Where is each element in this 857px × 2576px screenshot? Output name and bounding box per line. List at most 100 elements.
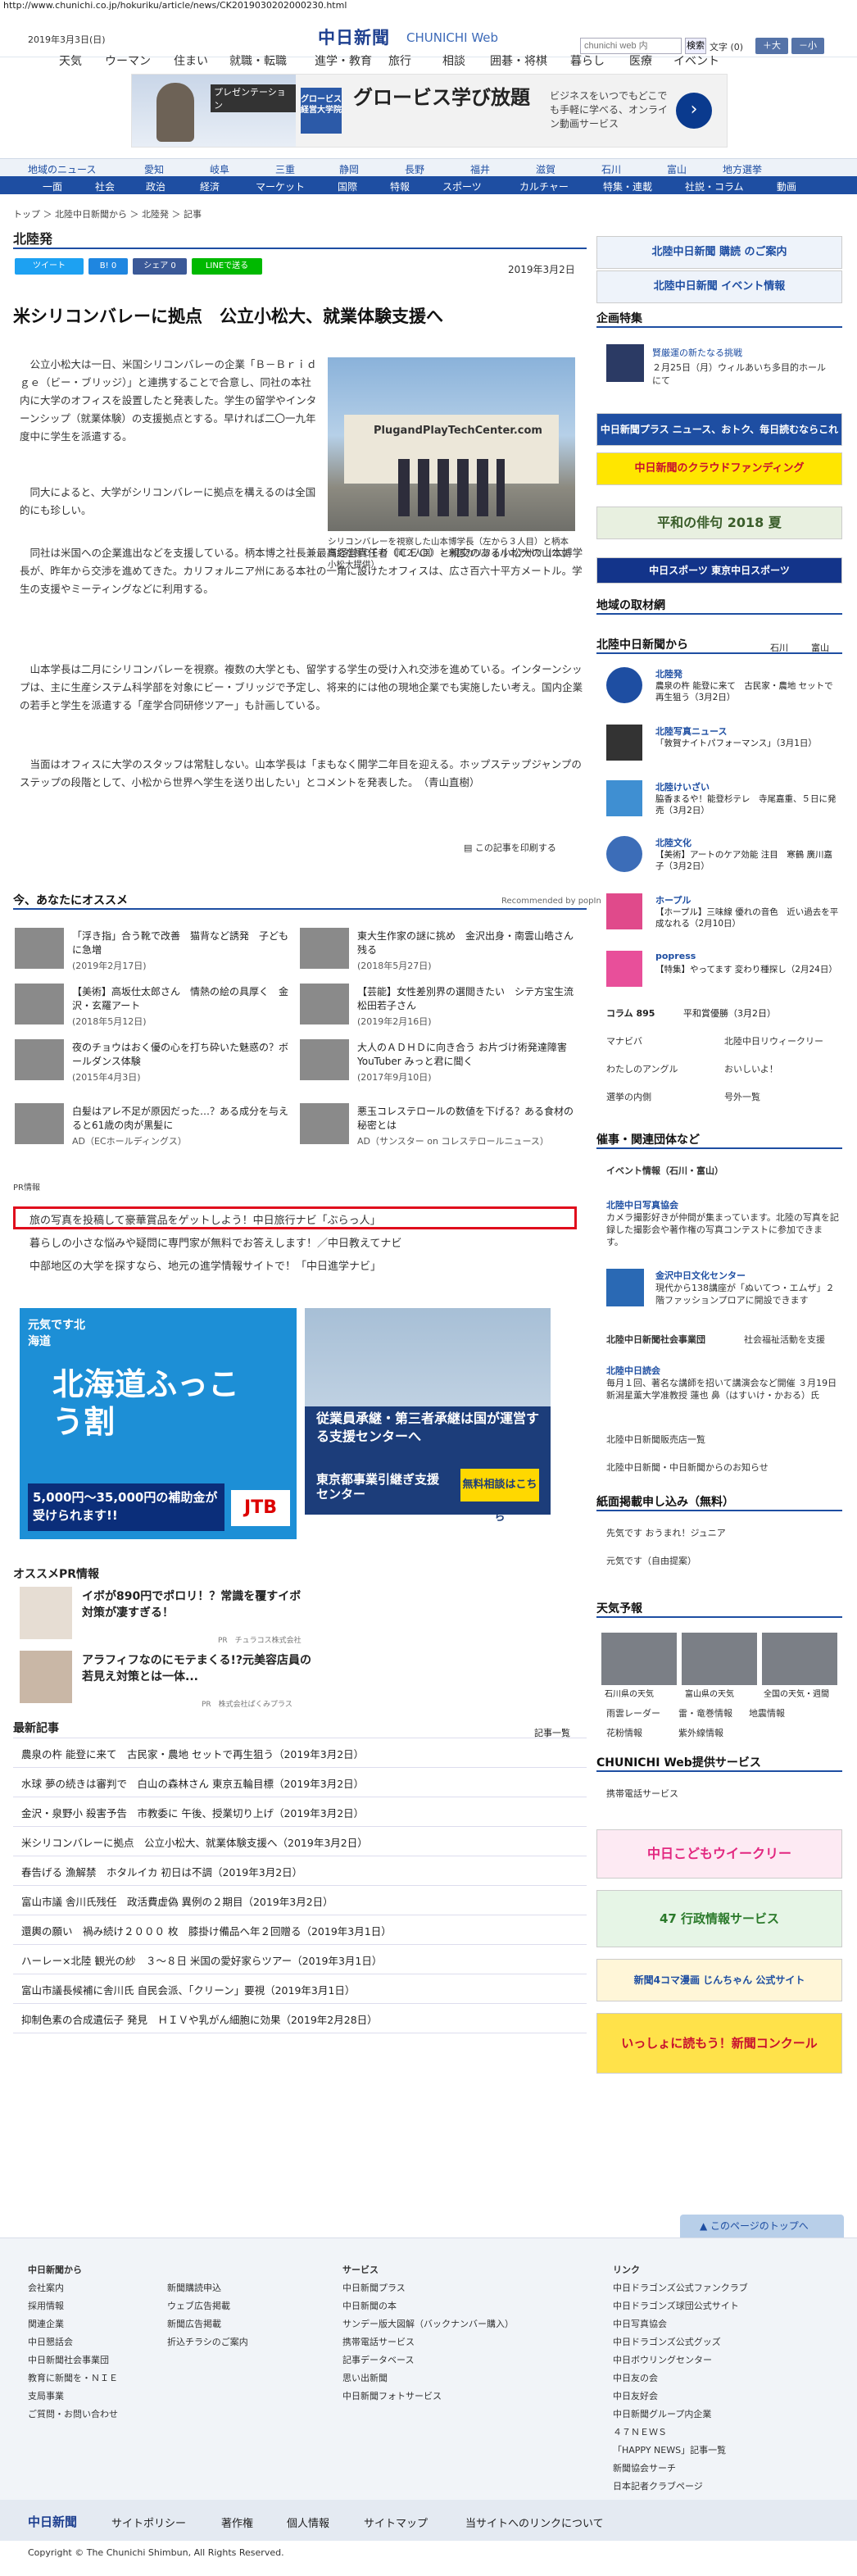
weather-link[interactable]: 紫外線情報 <box>678 1726 723 1739</box>
from-item-title[interactable]: 北陸発 <box>655 667 682 680</box>
side-link[interactable]: おいしいよ！ <box>724 1062 778 1075</box>
category-item[interactable]: 国際 <box>338 179 357 193</box>
news-item[interactable]: ハーレー×北陸 観光の紗 ３〜８日 米国の愛好家らツアー（2019年3月1日） <box>21 1952 382 1968</box>
back-to-top-button[interactable]: ▲ このページのトップへ <box>680 2215 844 2238</box>
subscribe-banner[interactable]: 北陸中日新聞 購読 のご案内 <box>596 236 842 269</box>
line-share-button[interactable]: LINEで送る <box>192 258 262 275</box>
category-item[interactable]: 経済 <box>200 179 220 193</box>
recommend-item[interactable]: 大人のＡＤＨＤに向き合う お片づけ術発達障害YouTuber みっと君に聞く (2… <box>300 1039 577 1085</box>
from-item-title[interactable]: 北陸写真ニュース <box>655 725 727 738</box>
top-ad-banner[interactable]: プレゼンテーション グロービス経営大学院 グロービス学び放題 ビジネスをいつでも… <box>131 74 728 148</box>
recommend-item[interactable]: 【芸能】女性差別界の選閲きたい シテ方宝生流 松田若子さん (2019年2月16日… <box>300 984 577 1029</box>
news-item[interactable]: 還輿の願い 禍み続け２０００ 枚 膝掛け備品へ年２回贈る（2019年3月1日） <box>21 1923 392 1938</box>
column-sub[interactable]: 平和賞優勝（3月2日） <box>683 1006 776 1020</box>
news-item[interactable]: 米シリコンバレーに拠点 公立小松大、就業体験支援へ（2019年3月2日） <box>21 1834 368 1850</box>
category-item[interactable]: 特報 <box>390 179 410 193</box>
recommend-item[interactable]: 東大生作家の謎に挑め 金沢出身・南雲山皓さん残る (2018年5月27日) <box>300 928 577 974</box>
region-item[interactable]: 地方選挙 <box>723 162 762 176</box>
nav-item[interactable]: イベント <box>673 52 719 69</box>
tweet-button[interactable]: ツイート <box>15 258 84 275</box>
business-succession-ad[interactable]: 従業員承継・第三者承継は国が運営する支援センターへ 東京都事業引継ぎ支援センター… <box>305 1308 551 1524</box>
category-item[interactable]: 特集・連載 <box>603 179 652 193</box>
news-item[interactable]: 水球 夢の続きは審判で 白山の森林さん 東京五輪目標（2019年3月2日） <box>21 1775 364 1791</box>
nav-item[interactable]: 医療 <box>629 52 652 69</box>
column-title[interactable]: コラム 895 <box>606 1006 655 1020</box>
recommend-item[interactable]: 悪玉コレステロールの数値を下げる？ある食材の秘密とは AD（サンスター on コレ… <box>300 1103 577 1149</box>
recommend-item[interactable]: 「浮き指」合う靴で改善 猫背など誘発 子どもに急増 (2019年2月17日) <box>15 928 292 974</box>
news-item[interactable]: 富山市議長候補に舎川氏 自民会派、「クリーン」要視（2019年3月1日） <box>21 1982 355 1997</box>
region-item[interactable]: 三重 <box>275 162 295 176</box>
pr-link[interactable]: 旅の写真を投稿して豪華賞品をゲットしよう！中日旅行ナビ「ぶらっ人」 <box>29 1211 381 1227</box>
side-link[interactable]: 選挙の内側 <box>606 1090 651 1103</box>
site-logo-sub[interactable]: CHUNICHI Web <box>406 30 498 45</box>
related-item[interactable]: 北陸中日新聞社会事業団 <box>606 1333 705 1346</box>
hokkaido-ad[interactable]: 元気です北海道 北海道ふっこう割 5,000円〜35,000円の補助金が受けられ… <box>20 1308 297 1539</box>
news-item[interactable]: 抑制色素の合成遺伝子 発見 ＨＩＶや乳がん細胞に効果（2019年2月28日） <box>21 2011 378 2027</box>
article-photo[interactable]: PlugandPlayTechCenter.com <box>328 357 575 531</box>
chunichi-sports-banner[interactable]: 中日スポーツ 東京中日スポーツ <box>596 557 842 584</box>
weather-link[interactable]: 雨雲レーダー <box>606 1706 660 1720</box>
weather-link[interactable]: 雷・竜巻情報 <box>678 1706 732 1720</box>
category-item[interactable]: カルチャー <box>519 179 569 193</box>
local-network-title[interactable]: 地域の取材網 <box>596 597 842 615</box>
footer-link[interactable]: サイトマップ <box>364 2515 428 2530</box>
recommend-item[interactable]: 白髪はアレ不足が原因だった…？ある成分を与えると61歳の肉が黒髪に AD（ECホー… <box>15 1103 292 1149</box>
site-logo[interactable]: 中日新聞 <box>318 25 390 49</box>
news-item[interactable]: 春告げる 漁解禁 ホタルイカ 初日は不調（2019年3月2日） <box>21 1864 302 1879</box>
side-link[interactable]: わたしのアングル <box>606 1062 678 1075</box>
breadcrumb[interactable]: トップ ＞ 北陸中日新聞から ＞ 北陸発 ＞ 記事 <box>13 207 202 220</box>
from-item-title[interactable]: popress <box>655 951 696 961</box>
footer-link[interactable]: 著作権 <box>221 2515 253 2530</box>
tab-toyama[interactable]: 富山 <box>811 641 829 654</box>
nav-item[interactable]: 住まい <box>174 52 208 69</box>
from-item-title[interactable]: 北陸文化 <box>655 836 691 849</box>
kamen-link[interactable]: 先気です おうまれ！ジュニア <box>606 1526 726 1539</box>
from-item-title[interactable]: ホープル <box>655 893 691 906</box>
related-item[interactable]: 金沢中日文化センター <box>655 1269 746 1282</box>
category-item[interactable]: 政治 <box>146 179 166 193</box>
category-item[interactable]: マーケット <box>256 179 305 193</box>
weather-thumb[interactable] <box>762 1633 837 1685</box>
weather-link[interactable]: 地震情報 <box>749 1706 785 1720</box>
side-link[interactable]: 北陸中日リウィークリー <box>724 1034 823 1047</box>
side-link[interactable]: 号外一覧 <box>724 1090 760 1103</box>
pr-link[interactable]: 中部地区の大学を探すなら、地元の進学情報サイトで！「中日進学ナビ」 <box>29 1257 381 1273</box>
region-item[interactable]: 石川 <box>601 162 621 176</box>
news-item[interactable]: 富山市議 舎川氏残任 政活費虚偽 異例の２期目（2019年3月2日） <box>21 1893 333 1909</box>
event-banner[interactable]: 北陸中日新聞 イベント情報 <box>596 270 842 303</box>
pr-item-title[interactable]: イボが890円でポロリ！？常識を覆すイボ対策が凄すぎる！ <box>82 1588 311 1621</box>
gyosei-banner[interactable]: 47 行政情報サービス <box>596 1890 842 1947</box>
footer-link[interactable]: 当サイトへのリンクについて <box>465 2515 604 2530</box>
nav-item[interactable]: 相談 <box>442 52 465 69</box>
print-link[interactable]: ▤ この記事を印刷する <box>464 841 556 854</box>
footer-link[interactable]: サイトポリシー <box>111 2515 186 2530</box>
footer-link[interactable]: 個人情報 <box>287 2515 329 2530</box>
category-item[interactable]: 動画 <box>777 179 796 193</box>
pr-link[interactable]: 暮らしの小さな悩みや疑問に専門家が無料でお答えします！／中日教えてナビ <box>29 1234 401 1250</box>
weather-link[interactable]: 花粉情報 <box>606 1726 642 1739</box>
related-item[interactable]: 北陸中日読会 <box>606 1364 660 1377</box>
news-item[interactable]: 金沢・泉野小 殺害予告 市教委に 午後、授業切り上げ（2019年3月2日） <box>21 1805 364 1820</box>
nav-item[interactable]: ウーマン <box>105 52 151 69</box>
facebook-share-button[interactable]: シェア 0 <box>133 258 187 275</box>
region-item[interactable]: 愛知 <box>144 162 164 176</box>
region-item[interactable]: 富山 <box>667 162 687 176</box>
category-item[interactable]: 社説・コラム <box>685 179 744 193</box>
related-item[interactable]: 北陸中日新聞販売店一覧 <box>606 1433 705 1446</box>
pr-item-title[interactable]: アラフィフなのにモテまくる!?元美容店員の若見え対策とは一体... <box>82 1652 311 1685</box>
related-event-link[interactable]: イベント情報（石川・富山） <box>606 1164 723 1177</box>
newspaper-contest-banner[interactable]: いっしょに読もう！新聞コンクール <box>596 2013 842 2074</box>
category-item[interactable]: 社会 <box>95 179 115 193</box>
related-item[interactable]: 北陸中日写真協会 <box>606 1198 678 1211</box>
side-link[interactable]: マナビバ <box>606 1034 642 1047</box>
region-item[interactable]: 福井 <box>470 162 490 176</box>
kamen-link[interactable]: 元気です（自由提案） <box>606 1554 696 1567</box>
recommend-item[interactable]: 【美術】高坂仕太郎さん 情熱の絵の具厚く 金沢・玄羅アート (2018年5月12日… <box>15 984 292 1029</box>
category-item[interactable]: スポーツ <box>442 179 482 193</box>
footer-logo[interactable]: 中日新聞 <box>28 2513 77 2530</box>
region-item[interactable]: 岐阜 <box>210 162 229 176</box>
region-item[interactable]: 地域のニュース <box>28 162 96 176</box>
kikaku-item-title[interactable]: 賢厳運の新たなる挑戦 <box>652 346 832 359</box>
weather-thumb[interactable] <box>682 1633 757 1685</box>
region-item[interactable]: 滋賀 <box>536 162 555 176</box>
